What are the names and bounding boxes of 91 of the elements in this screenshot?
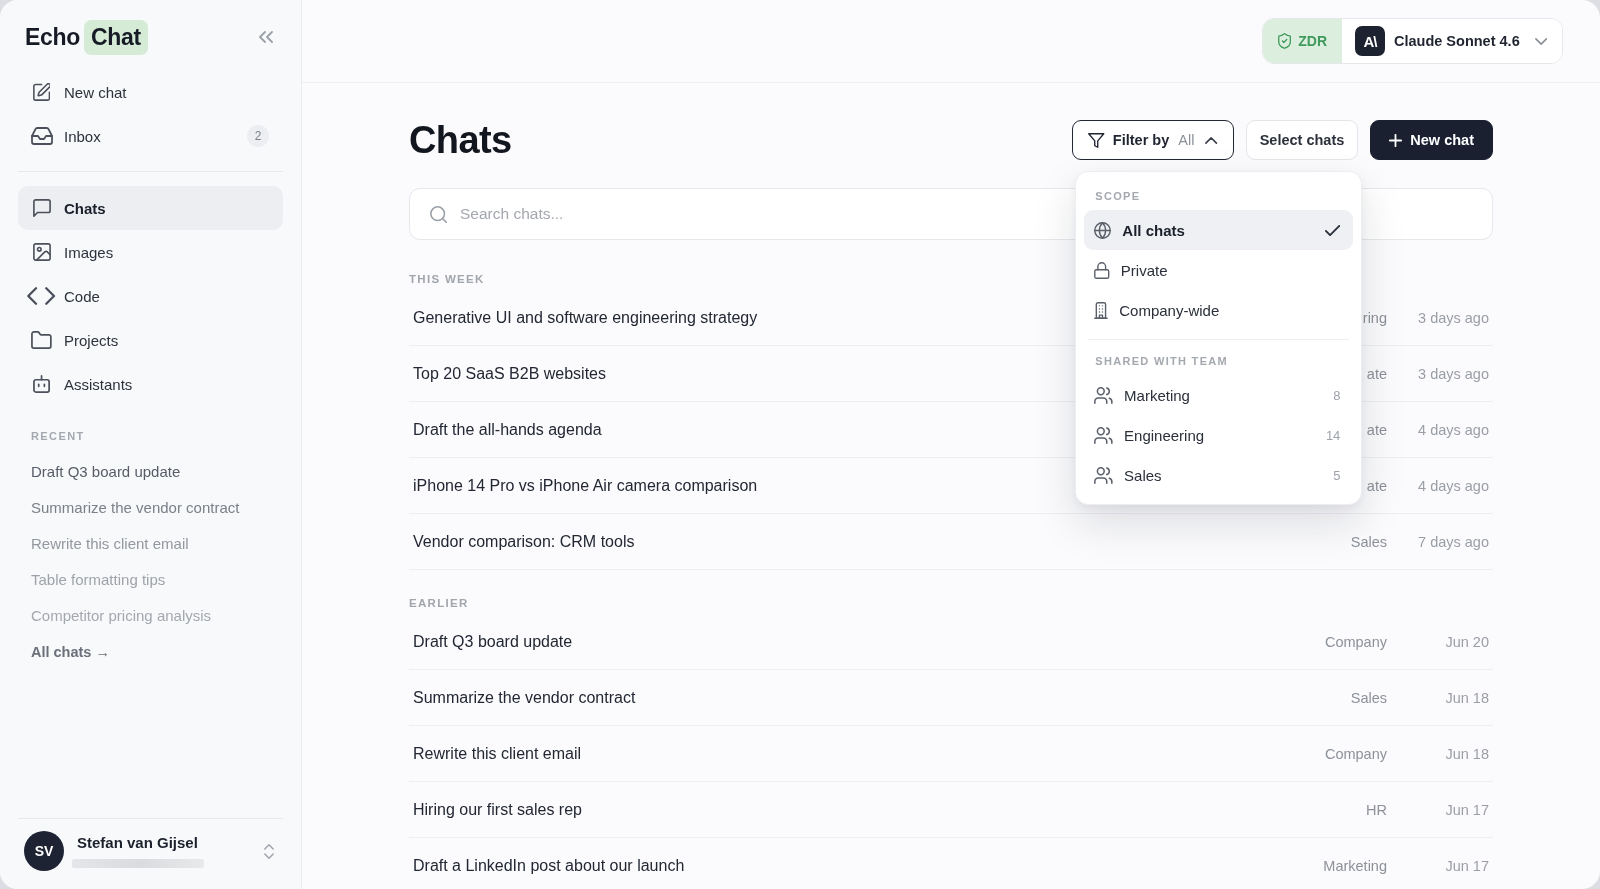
new-chat-button[interactable]: New chat (1370, 120, 1493, 160)
sidebar-action[interactable]: New chat (18, 70, 283, 114)
building-icon (1094, 301, 1109, 319)
chat-date: 4 days ago (1417, 477, 1489, 494)
chevrons-left-icon[interactable] (259, 31, 273, 43)
filter-button[interactable]: Filter by All (1072, 120, 1234, 160)
chat-scope: Company (1324, 745, 1387, 762)
folder-icon (31, 331, 52, 349)
chat-scope: Marketing (1323, 857, 1387, 874)
chat-row[interactable]: Draft a LinkedIn post about our launch Marketing Jun 17 (409, 838, 1493, 889)
chat-date: Jun 20 (1444, 633, 1489, 650)
menu-section-heading: SCOPE (1095, 189, 1141, 203)
recent-chat-link[interactable]: Summarize the vendor contract (18, 490, 240, 526)
filter-icon (1088, 132, 1105, 148)
section-heading: EARLIER (409, 596, 469, 610)
inbox-icon (30, 127, 53, 145)
chat-title: Draft a LinkedIn post about our launch (413, 856, 685, 875)
chat-title: Generative UI and software engineering strategy (413, 308, 758, 327)
chat-scope: ring (1362, 309, 1387, 326)
plus-icon (1389, 133, 1403, 147)
page-title: Chats (409, 120, 512, 160)
user-avatar[interactable]: SV (24, 831, 64, 871)
section-heading: THIS WEEK (409, 272, 485, 286)
chat-scope: HR (1366, 801, 1387, 818)
robot-icon (32, 375, 51, 393)
sidebar-nav-item[interactable]: Chats (18, 186, 283, 230)
filter-option[interactable]: Private (1084, 250, 1354, 290)
chat-date: 4 days ago (1417, 421, 1489, 438)
chat-scope: Company (1324, 633, 1387, 650)
chat-date: 3 days ago (1417, 309, 1489, 326)
chevron-up-icon (1205, 136, 1218, 144)
chat-row[interactable]: Summarize the vendor contract Sales Jun 18 (409, 670, 1493, 726)
code-icon (27, 287, 56, 305)
chat-row[interactable]: Draft Q3 board update Company Jun 20 (409, 614, 1493, 670)
lock-icon (1094, 261, 1110, 279)
member-count: 8 (1333, 387, 1341, 403)
search-icon (430, 205, 447, 223)
model-logo: A\ (1355, 26, 1385, 56)
check-icon (1325, 224, 1341, 236)
chat-date: Jun 17 (1444, 801, 1489, 818)
image-icon (32, 243, 51, 261)
sidebar-nav-item[interactable]: Images (18, 230, 283, 274)
chat-date: Jun 18 (1444, 689, 1489, 706)
user-name: Stefan van Gijsel (77, 834, 198, 852)
chat-title: Top 20 SaaS B2B websites (413, 364, 606, 383)
chat-row[interactable]: Vendor comparison: CRM tools Sales 7 days ago (409, 514, 1493, 570)
chat-row[interactable]: Hiring our first sales rep HR Jun 17 (409, 782, 1493, 838)
filter-option[interactable]: Sales 5 (1084, 455, 1354, 495)
chat-title: iPhone 14 Pro vs iPhone Air camera comparison (413, 476, 758, 495)
recent-heading: RECENT (30, 429, 85, 443)
globe-icon (1094, 221, 1112, 239)
chat-date: Jun 17 (1444, 857, 1489, 874)
chat-scope: Sales (1350, 689, 1387, 706)
all-chats-link[interactable]: All chats → (18, 634, 110, 670)
menu-section-heading: SHARED WITH TEAM (1095, 354, 1228, 368)
zdr-label: ZDR (1298, 33, 1327, 49)
sidebar-nav-item[interactable]: Projects (18, 318, 283, 362)
filter-option[interactable]: Engineering 14 (1084, 415, 1354, 455)
chat-bubble-icon (32, 199, 51, 217)
sidebar-action[interactable]: Inbox 2 (18, 114, 283, 158)
chat-title: Draft Q3 board update (413, 632, 573, 651)
edit-icon (32, 83, 51, 101)
chat-date: Jun 18 (1444, 745, 1489, 762)
filter-option[interactable]: All chats (1084, 210, 1354, 250)
sidebar-nav-item[interactable]: Assistants (18, 362, 283, 406)
filter-option[interactable]: Company-wide (1084, 290, 1354, 330)
count-badge: 2 (247, 125, 269, 147)
users-icon (1094, 466, 1114, 484)
member-count: 5 (1333, 467, 1341, 483)
chat-scope: ate (1366, 421, 1387, 438)
users-icon (1094, 426, 1114, 444)
recent-chat-link[interactable]: Draft Q3 board update (18, 454, 181, 490)
users-icon (1094, 386, 1114, 404)
chat-title: Rewrite this client email (413, 744, 582, 763)
chat-title: Vendor comparison: CRM tools (413, 532, 635, 551)
member-count: 14 (1325, 427, 1341, 443)
chat-date: 3 days ago (1417, 365, 1489, 382)
chat-scope: Sales (1350, 533, 1387, 550)
chat-row[interactable]: Rewrite this client email Company Jun 18 (409, 726, 1493, 782)
chat-scope: ate (1366, 477, 1387, 494)
select-chats-button[interactable]: Select chats (1245, 120, 1359, 160)
sidebar-nav-item[interactable]: Code (18, 274, 283, 318)
chat-title: Draft the all-hands agenda (413, 420, 602, 439)
chat-scope: ate (1366, 365, 1387, 382)
chat-date: 7 days ago (1417, 533, 1489, 550)
chat-title: Summarize the vendor contract (413, 688, 636, 707)
app-logo: Echo Chat (25, 19, 148, 55)
chevron-down-icon (1534, 37, 1547, 45)
shield-check-icon (1278, 33, 1292, 49)
chat-title: Hiring our first sales rep (413, 800, 582, 819)
chevrons-up-down-icon[interactable] (264, 843, 274, 859)
